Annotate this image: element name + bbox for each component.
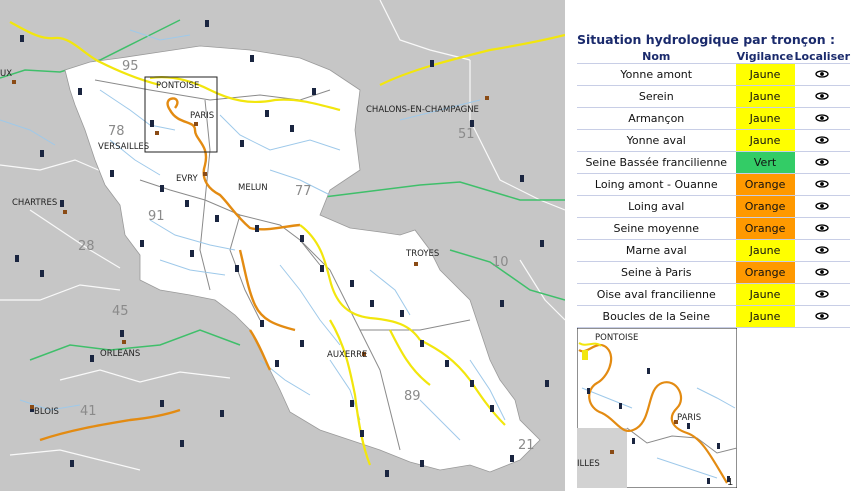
vigilance-level: Orange xyxy=(735,173,795,196)
inset-city-illes: ILLES xyxy=(577,459,600,469)
city-chalons: CHALONS-EN-CHAMPAGNE xyxy=(366,105,479,115)
dept-95: 95 xyxy=(122,59,139,74)
header-locate: Localiser xyxy=(794,50,850,63)
segment-name: Oise aval francilienne xyxy=(577,283,736,306)
city-melun: MELUN xyxy=(238,183,268,193)
table-header: Nom Vigilance Localiser xyxy=(577,50,850,64)
dept-78: 78 xyxy=(108,124,125,139)
vigilance-level: Jaune xyxy=(735,63,795,86)
eye-icon[interactable] xyxy=(815,114,829,122)
vigilance-level: Vert xyxy=(735,151,795,174)
city-paris: PARIS xyxy=(190,111,214,121)
segment-name: Loing amont - Ouanne xyxy=(577,173,736,196)
vigilance-level: Orange xyxy=(735,217,795,240)
locate-button[interactable] xyxy=(794,107,850,130)
inset-page-number: 1 xyxy=(727,477,733,488)
eye-icon[interactable] xyxy=(815,158,829,166)
dept-91: 91 xyxy=(148,209,165,224)
locate-button[interactable] xyxy=(794,195,850,218)
segment-name: Marne aval xyxy=(577,239,736,262)
vigilance-level: Orange xyxy=(735,261,795,284)
segment-name: Seine moyenne xyxy=(577,217,736,240)
eye-icon[interactable] xyxy=(815,180,829,188)
vigilance-panel: Situation hydrologique par tronçon : Nom… xyxy=(565,0,852,491)
dept-10: 10 xyxy=(492,255,509,270)
segment-name: Loing aval xyxy=(577,195,736,218)
city-chartres: CHARTRES xyxy=(12,198,57,208)
dept-28: 28 xyxy=(78,239,95,254)
panel-title: Situation hydrologique par tronçon : xyxy=(577,32,835,47)
city-pontoise: PONTOISE xyxy=(156,81,199,91)
eye-icon[interactable] xyxy=(815,136,829,144)
table-row: Seine Bassée francilienne Vert xyxy=(577,151,850,174)
city-auxerre: AUXERRE xyxy=(327,350,367,360)
segment-name: Yonne amont xyxy=(577,63,736,86)
inset-city-paris: PARIS xyxy=(677,413,701,423)
locate-button[interactable] xyxy=(794,261,850,284)
table-row: Yonne amont Jaune xyxy=(577,63,850,86)
segment-name: Yonne aval xyxy=(577,129,736,152)
city-ux: UX xyxy=(0,69,12,79)
dept-89: 89 xyxy=(404,389,421,404)
eye-icon[interactable] xyxy=(815,268,829,276)
city-blois: BLOIS xyxy=(34,407,59,417)
table-row: Yonne aval Jaune xyxy=(577,129,850,152)
dept-41: 41 xyxy=(80,404,97,419)
inset-map[interactable]: PONTOISE PARIS ILLES 1 xyxy=(577,328,737,488)
dept-51: 51 xyxy=(458,127,475,142)
table-row: Boucles de la Seine Jaune xyxy=(577,305,850,328)
table-row: Loing amont - Ouanne Orange xyxy=(577,173,850,196)
eye-icon[interactable] xyxy=(815,202,829,210)
eye-icon[interactable] xyxy=(815,70,829,78)
hydrology-map[interactable]: 95 78 91 77 51 28 10 45 89 41 21 UX PONT… xyxy=(0,0,565,491)
table-row: Seine moyenne Orange xyxy=(577,217,850,240)
city-evry: EVRY xyxy=(176,174,199,184)
table-row: Loing aval Orange xyxy=(577,195,850,218)
eye-icon[interactable] xyxy=(815,224,829,232)
table-row: Marne aval Jaune xyxy=(577,239,850,262)
city-troyes: TROYES xyxy=(405,249,439,259)
segment-name: Boucles de la Seine xyxy=(577,305,736,328)
city-orleans: ORLEANS xyxy=(100,349,140,359)
vigilance-table: Nom Vigilance Localiser Yonne amont Jaune… xyxy=(577,50,850,328)
locate-button[interactable] xyxy=(794,239,850,262)
vigilance-level: Jaune xyxy=(735,129,795,152)
inset-city-pontoise: PONTOISE xyxy=(595,333,638,343)
segment-name: Seine à Paris xyxy=(577,261,736,284)
header-level: Vigilance xyxy=(736,50,794,63)
city-versailles: VERSAILLES xyxy=(98,142,149,152)
segment-name: Serein xyxy=(577,85,736,108)
locate-button[interactable] xyxy=(794,85,850,108)
segment-name: Seine Bassée francilienne xyxy=(577,151,736,174)
dept-77: 77 xyxy=(295,184,312,199)
locate-button[interactable] xyxy=(794,129,850,152)
table-row: Serein Jaune xyxy=(577,85,850,108)
table-row: Seine à Paris Orange xyxy=(577,261,850,284)
eye-icon[interactable] xyxy=(815,290,829,298)
locate-button[interactable] xyxy=(794,173,850,196)
eye-icon[interactable] xyxy=(815,246,829,254)
vigilance-level: Orange xyxy=(735,195,795,218)
eye-icon[interactable] xyxy=(815,312,829,320)
table-row: Armançon Jaune xyxy=(577,107,850,130)
locate-button[interactable] xyxy=(794,283,850,306)
locate-button[interactable] xyxy=(794,151,850,174)
vigilance-level: Jaune xyxy=(735,283,795,306)
eye-icon[interactable] xyxy=(815,92,829,100)
locate-button[interactable] xyxy=(794,305,850,328)
locate-button[interactable] xyxy=(794,63,850,86)
vigilance-level: Jaune xyxy=(735,239,795,262)
dept-45: 45 xyxy=(112,304,129,319)
vigilance-level: Jaune xyxy=(735,305,795,328)
vigilance-level: Jaune xyxy=(735,85,795,108)
locate-button[interactable] xyxy=(794,217,850,240)
segment-name: Armançon xyxy=(577,107,736,130)
header-name: Nom xyxy=(642,50,671,63)
vigilance-level: Jaune xyxy=(735,107,795,130)
table-row: Oise aval francilienne Jaune xyxy=(577,283,850,306)
dept-21: 21 xyxy=(518,438,535,453)
